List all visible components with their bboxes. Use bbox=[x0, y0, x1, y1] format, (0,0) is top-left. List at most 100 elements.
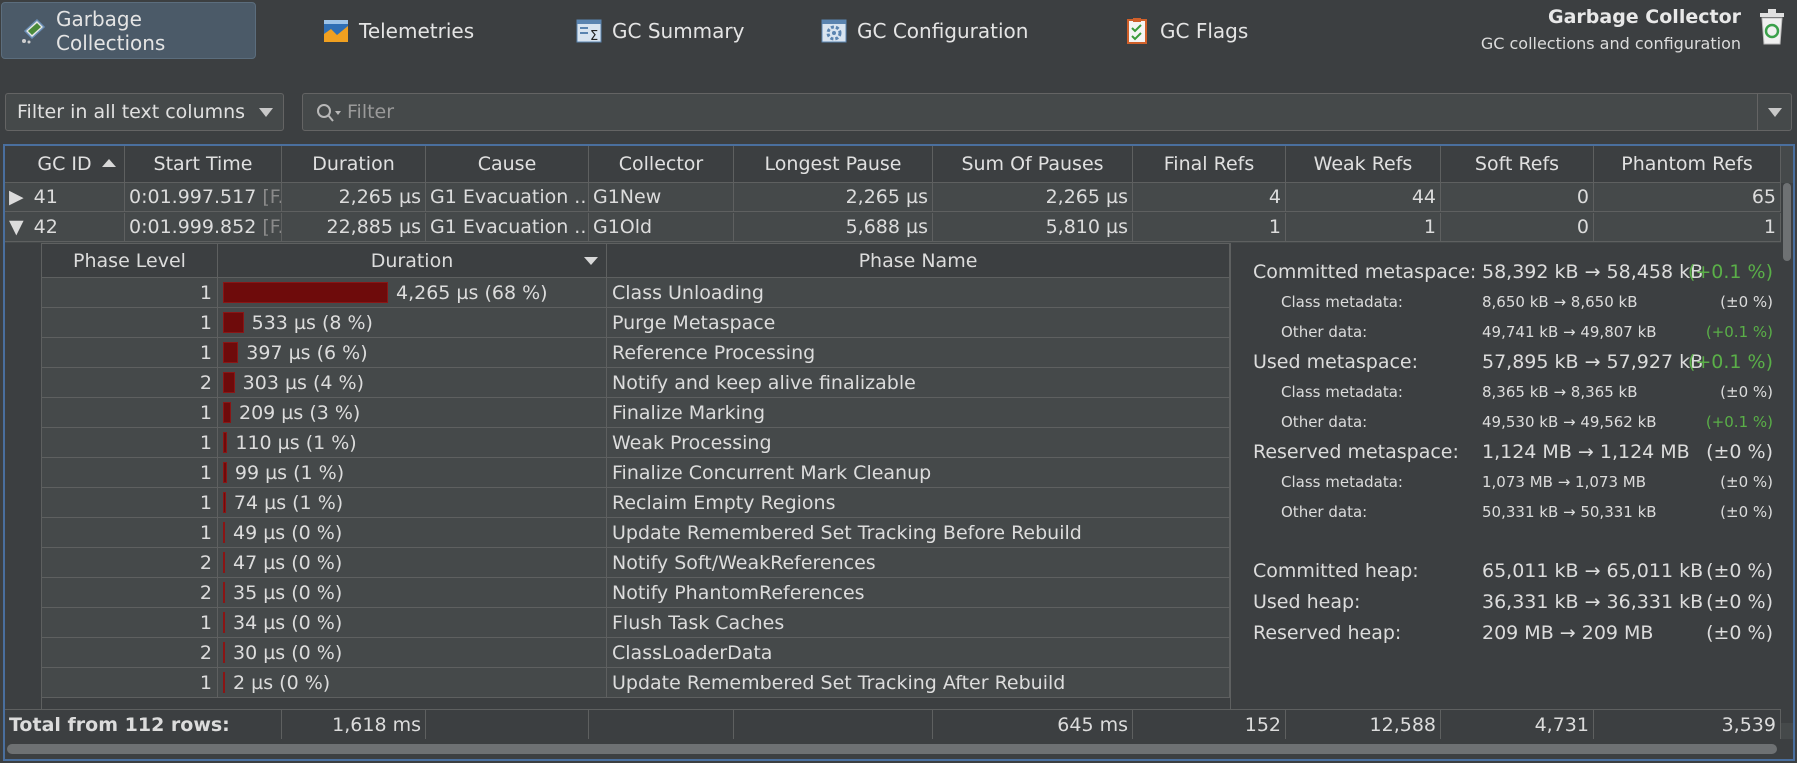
gc-id-cell: ▶ 41 bbox=[5, 183, 125, 211]
column-label: Duration bbox=[312, 153, 395, 175]
memory-value: 49,741 kB → 49,807 kB bbox=[1482, 323, 1657, 341]
gc-summary-icon: Σ bbox=[575, 17, 603, 45]
memory-value: 57,895 kB → 57,927 kB bbox=[1482, 351, 1704, 373]
table-row[interactable]: ▼ 42 0:01.999.852 [F... 22,885 µs G1 Evac… bbox=[5, 213, 1781, 242]
phase-row[interactable]: 1 34 µs (0 %) Flush Task Caches bbox=[42, 608, 1230, 638]
start-time: 0:01.999.852 bbox=[129, 216, 257, 238]
phase-duration: 209 µs (3 %) bbox=[239, 401, 361, 424]
column-header-longest-pause[interactable]: Longest Pause bbox=[734, 146, 933, 182]
vertical-scrollbar[interactable] bbox=[1781, 183, 1793, 723]
column-header-phantom-refs[interactable]: Phantom Refs bbox=[1594, 146, 1781, 182]
phase-row[interactable]: 2 47 µs (0 %) Notify Soft/WeakReferences bbox=[42, 548, 1230, 578]
phase-row[interactable]: 1 49 µs (0 %) Update Remembered Set Tracki… bbox=[42, 518, 1230, 548]
memory-label: Reserved heap: bbox=[1253, 621, 1402, 644]
expand-arrow-icon[interactable]: ▶ bbox=[9, 186, 24, 208]
memory-label: Other data: bbox=[1281, 323, 1368, 341]
column-label: Phase Level bbox=[73, 249, 186, 272]
memory-change: (±0 %) bbox=[1706, 559, 1773, 582]
column-label: Sum Of Pauses bbox=[961, 153, 1104, 175]
tab-garbage-collections[interactable]: Garbage Collections bbox=[1, 2, 256, 59]
column-header-start-time[interactable]: Start Time bbox=[125, 146, 282, 182]
heap-line: Used heap: 36,331 kB → 36,331 kB (±0 %) bbox=[1253, 586, 1773, 617]
phase-level: 2 bbox=[42, 638, 218, 667]
gc-configuration-icon bbox=[820, 17, 848, 45]
column-header-sum-of-pauses[interactable]: Sum Of Pauses bbox=[933, 146, 1133, 182]
phase-row[interactable]: 1 2 µs (0 %) Update Remembered Set Trackin… bbox=[42, 668, 1230, 698]
memory-value: 1,124 MB → 1,124 MB bbox=[1482, 441, 1690, 463]
column-header-duration[interactable]: Duration bbox=[282, 146, 426, 182]
phase-duration: 74 µs (1 %) bbox=[233, 491, 344, 514]
phase-row[interactable]: 1 110 µs (1 %) Weak Processing bbox=[42, 428, 1230, 458]
column-header-phase-name[interactable]: Phase Name bbox=[607, 244, 1230, 277]
scrollbar-thumb[interactable] bbox=[1783, 183, 1791, 261]
phase-row[interactable]: 1 397 µs (6 %) Reference Processing bbox=[42, 338, 1230, 368]
filter-history-dropdown[interactable] bbox=[1757, 94, 1791, 130]
metaspace-line: Reserved metaspace: 1,124 MB → 1,124 MB (±… bbox=[1253, 437, 1773, 467]
svg-text:Σ: Σ bbox=[590, 29, 598, 44]
filter-input[interactable] bbox=[347, 101, 1697, 123]
phase-level: 2 bbox=[42, 548, 218, 577]
column-header-collector[interactable]: Collector bbox=[589, 146, 734, 182]
phase-level: 2 bbox=[42, 578, 218, 607]
column-header-phase-level[interactable]: Phase Level bbox=[42, 244, 218, 277]
memory-change: (+0.1 %) bbox=[1705, 413, 1773, 431]
phase-row[interactable]: 1 4,265 µs (68 %) Class Unloading bbox=[42, 278, 1230, 308]
memory-change: (+0.1 %) bbox=[1687, 351, 1773, 373]
column-header-cause[interactable]: Cause bbox=[426, 146, 589, 182]
phase-row[interactable]: 2 35 µs (0 %) Notify PhantomReferences bbox=[42, 578, 1230, 608]
weak-refs-cell: 44 bbox=[1286, 183, 1441, 211]
tab-gc-summary[interactable]: Σ GC Summary bbox=[575, 2, 744, 59]
phase-duration-cell: 30 µs (0 %) bbox=[218, 638, 607, 667]
memory-label: Class metadata: bbox=[1281, 473, 1403, 491]
phase-row[interactable]: 1 533 µs (8 %) Purge Metaspace bbox=[42, 308, 1230, 338]
column-header-phase-duration[interactable]: Duration bbox=[218, 244, 607, 277]
duration-bar bbox=[223, 372, 235, 393]
phase-duration-cell: 4,265 µs (68 %) bbox=[218, 278, 607, 307]
total-final-refs: 152 bbox=[1133, 710, 1286, 739]
phase-duration: 35 µs (0 %) bbox=[233, 581, 343, 604]
tab-telemetries[interactable]: Telemetries bbox=[322, 2, 474, 59]
horizontal-scrollbar[interactable] bbox=[5, 739, 1793, 759]
chevron-down-icon bbox=[259, 108, 273, 117]
phase-table-header: Phase Level Duration Phase Name bbox=[42, 243, 1230, 278]
phase-row[interactable]: 2 303 µs (4 %) Notify and keep alive final… bbox=[42, 368, 1230, 398]
soft-refs-cell: 0 bbox=[1441, 183, 1594, 211]
totals-row: Total from 112 rows: 1,618 ms 645 ms 152… bbox=[5, 709, 1781, 739]
collector-cell: G1Old bbox=[589, 213, 734, 241]
phase-name: Purge Metaspace bbox=[607, 308, 1230, 337]
gc-id: 42 bbox=[33, 216, 58, 238]
column-header-soft-refs[interactable]: Soft Refs bbox=[1441, 146, 1594, 182]
phase-name: ClassLoaderData bbox=[607, 638, 1230, 667]
phase-level: 1 bbox=[42, 458, 218, 487]
phase-row[interactable]: 1 209 µs (3 %) Finalize Marking bbox=[42, 398, 1230, 428]
memory-change: (±0 %) bbox=[1706, 590, 1773, 613]
phase-duration-cell: 74 µs (1 %) bbox=[218, 488, 607, 517]
phase-row[interactable]: 1 99 µs (1 %) Finalize Concurrent Mark Cle… bbox=[42, 458, 1230, 488]
phase-duration-cell: 110 µs (1 %) bbox=[218, 428, 607, 457]
phase-duration: 47 µs (0 %) bbox=[233, 551, 343, 574]
column-header-weak-refs[interactable]: Weak Refs bbox=[1286, 146, 1441, 182]
total-collector bbox=[589, 710, 734, 739]
duration-bar bbox=[223, 612, 225, 633]
tab-gc-configuration[interactable]: GC Configuration bbox=[820, 2, 1028, 59]
gc-detail-panel: Phase Level Duration Phase Name 1 4,265 µ… bbox=[5, 243, 1781, 709]
table-row[interactable]: ▶ 41 0:01.997.517 [F... 2,265 µs G1 Evacu… bbox=[5, 183, 1781, 212]
phase-row[interactable]: 1 74 µs (1 %) Reclaim Empty Regions bbox=[42, 488, 1230, 518]
memory-change: (±0 %) bbox=[1720, 473, 1773, 491]
sort-ascending-icon bbox=[102, 159, 116, 167]
tab-gc-flags[interactable]: GC Flags bbox=[1123, 2, 1248, 59]
column-header-final-refs[interactable]: Final Refs bbox=[1133, 146, 1286, 182]
collapse-arrow-icon[interactable]: ▼ bbox=[9, 216, 24, 238]
column-header-gc-id[interactable]: GC ID bbox=[5, 146, 125, 182]
search-icon[interactable] bbox=[315, 102, 345, 124]
heap-summary: Committed heap: 65,011 kB → 65,011 kB (±0 … bbox=[1253, 555, 1773, 648]
filter-mode-dropdown[interactable]: Filter in all text columns bbox=[5, 93, 284, 131]
phase-duration-cell: 35 µs (0 %) bbox=[218, 578, 607, 607]
scrollbar-thumb[interactable] bbox=[7, 744, 1777, 754]
phase-row[interactable]: 2 30 µs (0 %) ClassLoaderData bbox=[42, 638, 1230, 668]
phase-duration-cell: 303 µs (4 %) bbox=[218, 368, 607, 397]
memory-label: Used heap: bbox=[1253, 590, 1361, 613]
phase-name: Reference Processing bbox=[607, 338, 1230, 367]
garbage-collections-icon bbox=[19, 17, 47, 45]
